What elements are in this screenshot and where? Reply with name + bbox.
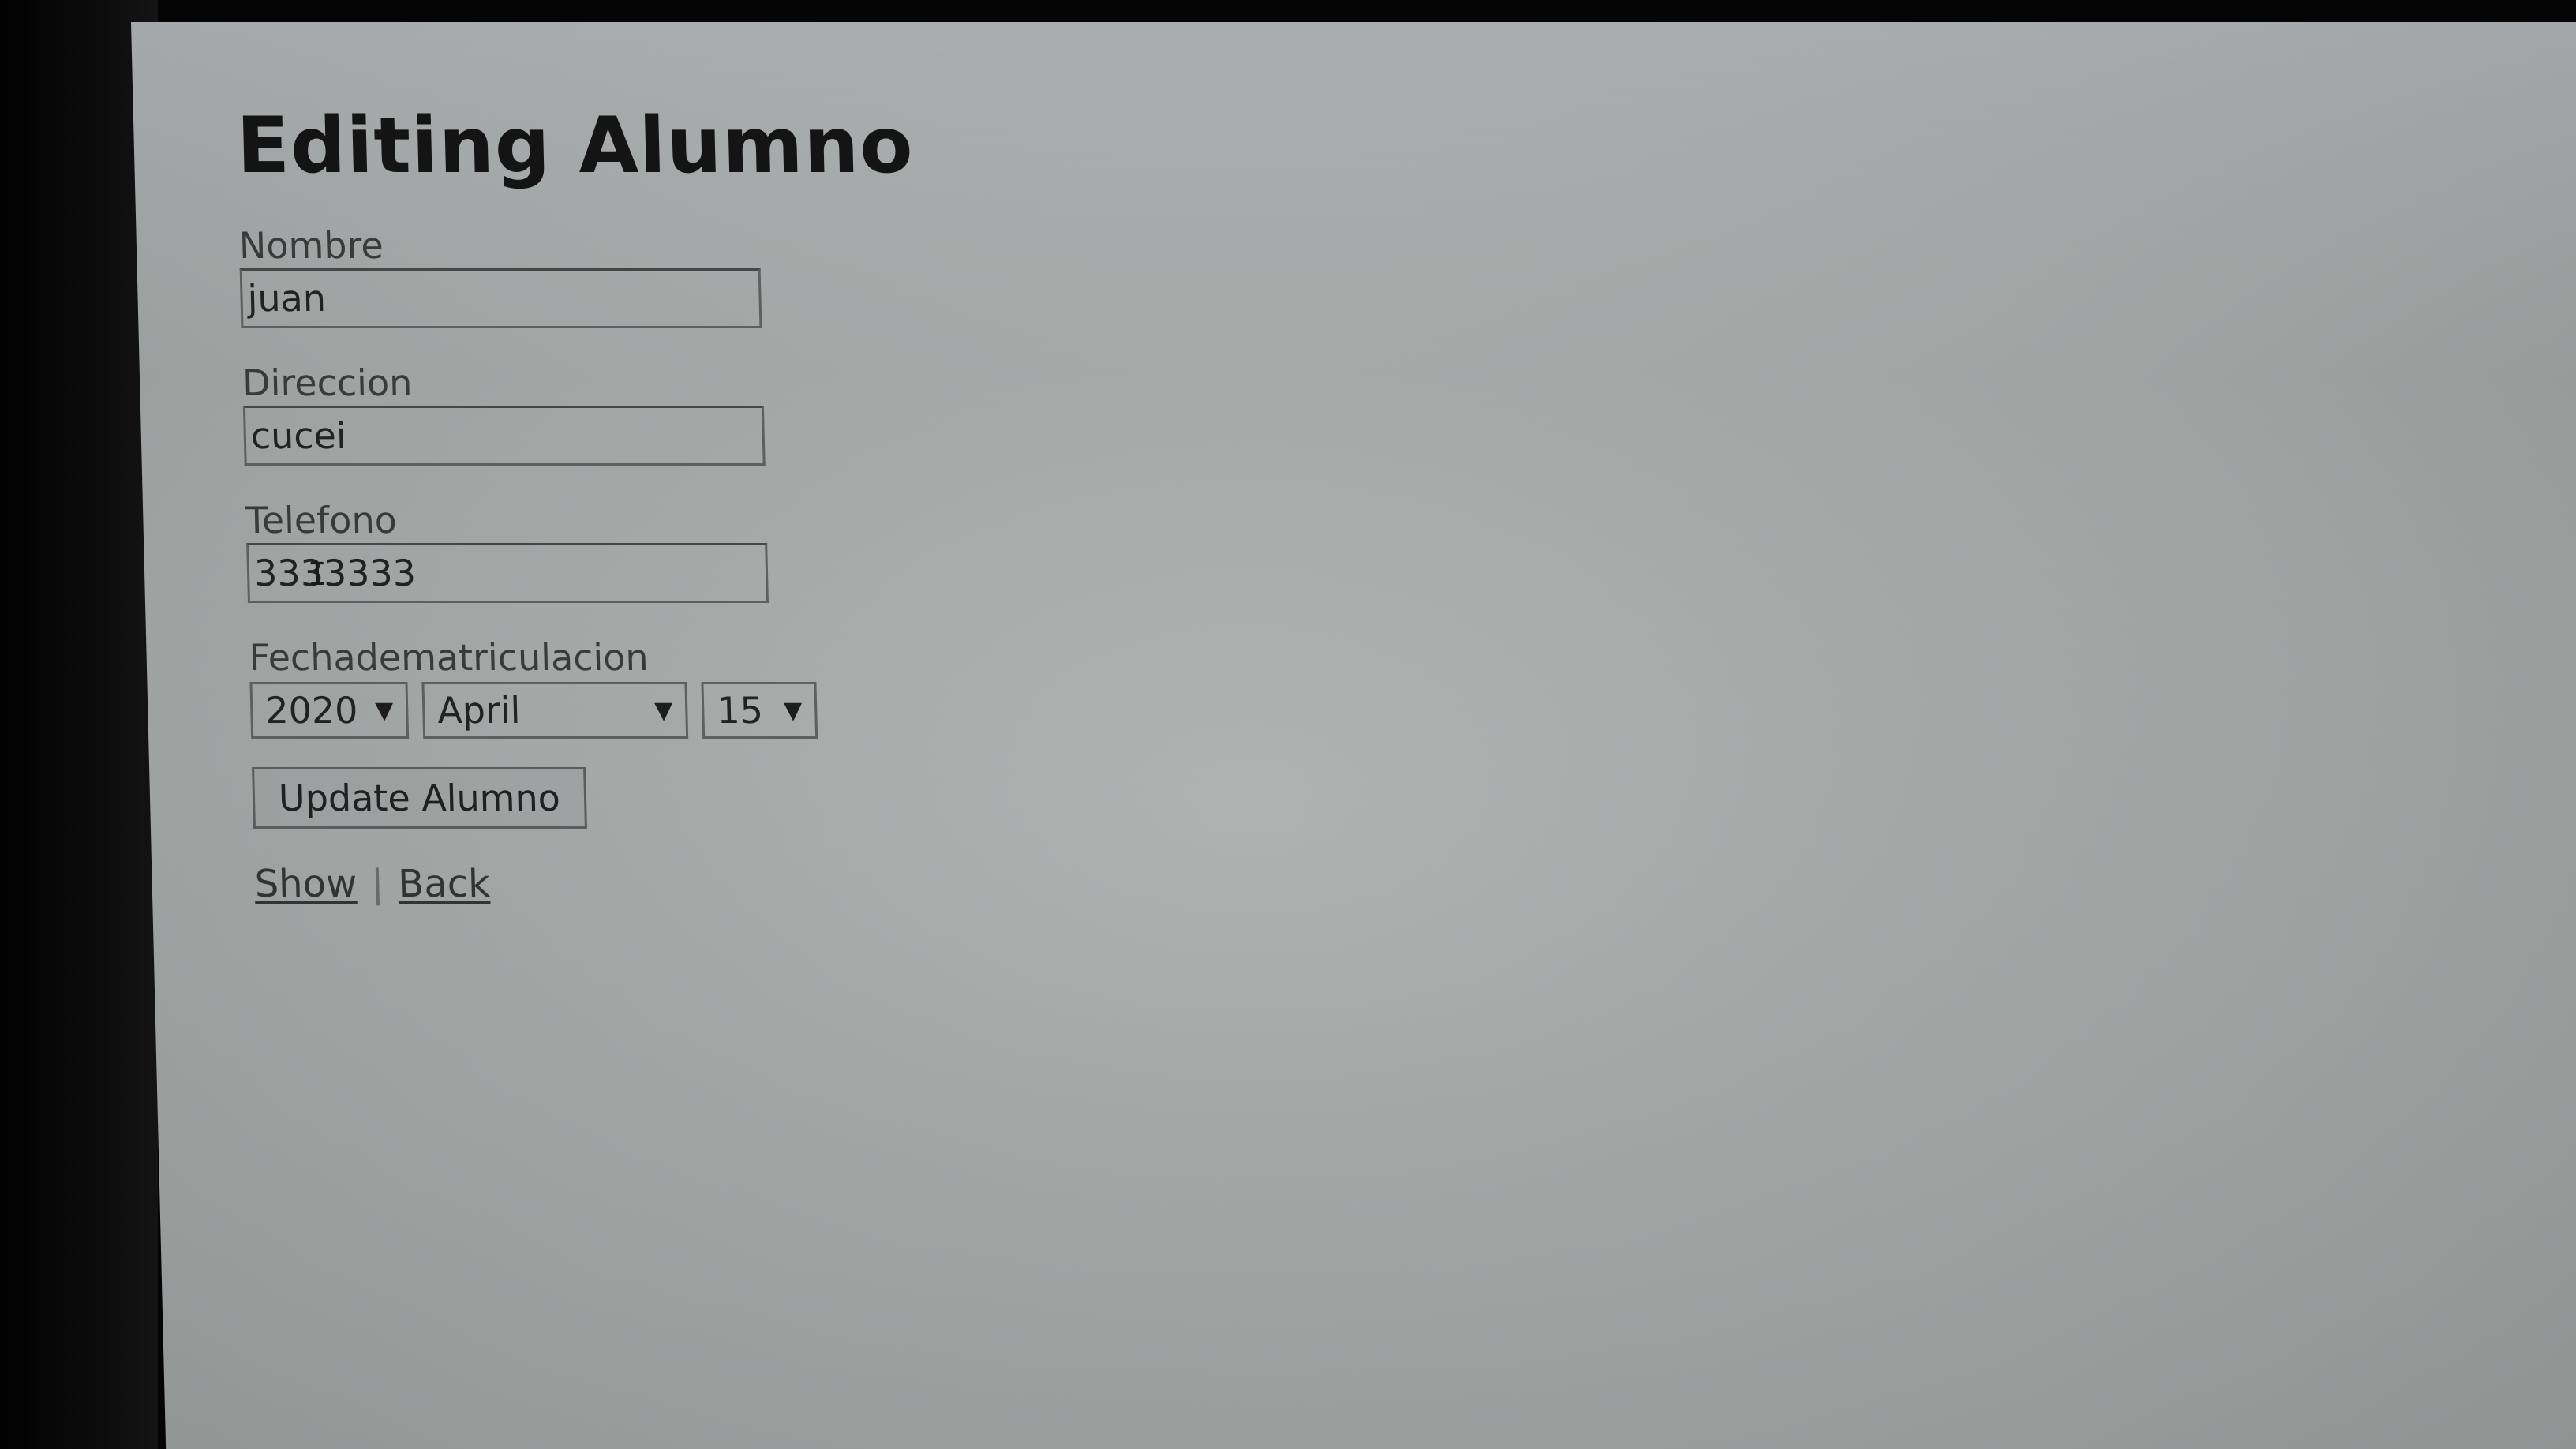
field-telefono: Telefono 3333333 I [245,499,925,603]
nombre-label: Nombre [238,224,384,267]
date-select-group: 2020 ▼ April ▼ 15 ▼ [249,682,927,739]
year-select-value: 2020 [264,689,359,732]
nombre-input[interactable]: juan [239,268,762,328]
page-content: Editing Alumno Nombre juan Direccion cuc… [235,101,932,906]
chevron-down-icon: ▼ [653,696,673,724]
month-select[interactable]: April ▼ [421,682,689,739]
day-select-value: 15 [716,689,764,732]
field-fechadematriculacion: Fechadematriculacion 2020 ▼ April ▼ 15 ▼ [249,636,928,739]
monitor-bezel-left [0,0,158,1449]
back-link[interactable]: Back [398,862,491,906]
field-direccion: Direccion cucei [242,361,922,466]
direccion-label: Direccion [242,361,413,404]
nav-links: Show | Back [254,862,932,906]
browser-viewport: Editing Alumno Nombre juan Direccion cuc… [131,22,2576,1449]
show-link[interactable]: Show [254,862,358,906]
page-title: Editing Alumno [235,101,915,191]
year-select[interactable]: 2020 ▼ [249,682,410,739]
link-separator: | [370,862,385,906]
direccion-input-value: cucei [250,414,347,457]
telefono-input[interactable]: 3333333 I [246,543,769,603]
direccion-input[interactable]: cucei [242,406,766,466]
chevron-down-icon: ▼ [783,696,803,724]
chevron-down-icon: ▼ [374,696,394,724]
month-select-value: April [436,689,522,732]
alumno-edit-form: Nombre juan Direccion cucei Telefono 333… [238,224,930,829]
nombre-input-value: juan [246,277,327,320]
update-alumno-button[interactable]: Update Alumno [252,767,587,829]
day-select[interactable]: 15 ▼ [701,682,818,739]
text-cursor-icon: I [307,556,328,593]
telefono-input-value: 3333333 [253,552,417,594]
fechadematriculacion-label: Fechadematriculacion [249,636,650,679]
monitor-bezel-top [0,0,2576,24]
telefono-label: Telefono [245,499,398,541]
field-nombre: Nombre juan [238,224,918,328]
